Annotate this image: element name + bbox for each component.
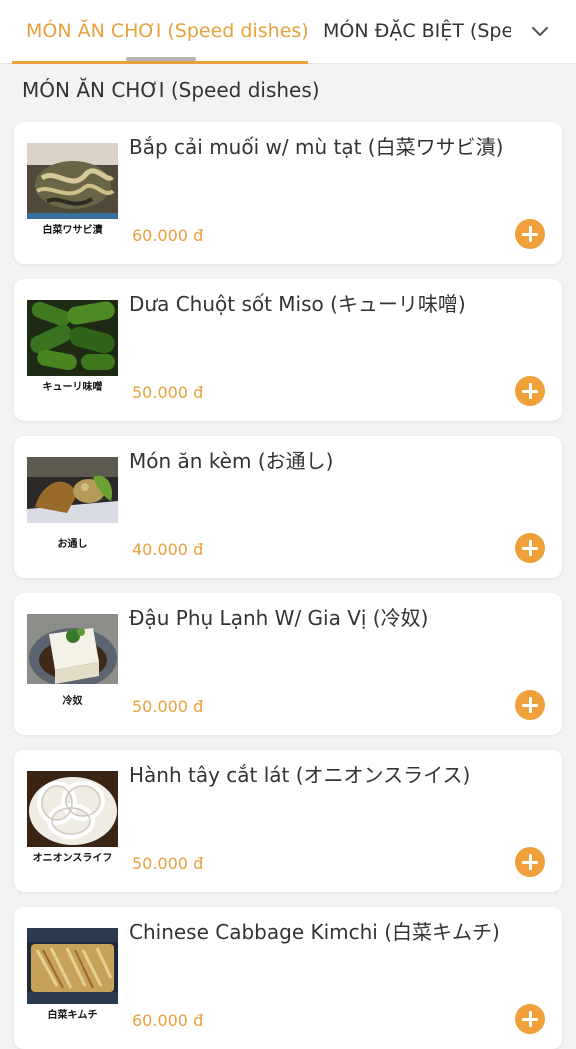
dish-image: オニオンスライフ [27, 771, 118, 867]
section-title: MÓN ĂN CHƠI (Speed dishes) [22, 78, 320, 102]
dish-photo [27, 614, 118, 690]
tab-special-dishes[interactable]: MÓN ĐẶC BIỆT (Special dishes) [323, 0, 511, 64]
dish-price: 50.000 đ [132, 697, 204, 716]
dish-price: 60.000 đ [132, 226, 204, 245]
dish-price: 40.000 đ [132, 540, 204, 559]
dish-image-caption: 白菜キムチ [47, 1010, 98, 1021]
menu-item-card[interactable]: 白菜ワサビ漬 Bắp cải muối w/ mù tạt (白菜ワサビ漬) 6… [14, 122, 562, 264]
dish-image-caption: お通し [57, 539, 88, 550]
dish-image-caption: 冷奴 [62, 696, 83, 707]
dish-photo [27, 457, 118, 533]
plus-circle-icon[interactable] [515, 847, 545, 877]
menu-item-card[interactable]: オニオンスライフ Hành tây cắt lát (オニオンスライス) 50.… [14, 750, 562, 892]
plus-circle-icon[interactable] [515, 533, 545, 563]
dish-photo [27, 771, 118, 847]
menu-item-card[interactable]: 冷奴 Đậu Phụ Lạnh W/ Gia Vị (冷奴) 50.000 đ [14, 593, 562, 735]
plus-circle-icon[interactable] [515, 219, 545, 249]
category-tab-bar: MÓN ĂN CHƠI (Speed dishes) MÓN ĐẶC BIỆT … [0, 0, 576, 64]
dish-name: Hành tây cắt lát (オニオンスライス) [129, 763, 471, 787]
dish-image-caption: 白菜ワサビ漬 [42, 225, 103, 236]
tab-speed-dishes[interactable]: MÓN ĂN CHƠI (Speed dishes) [26, 0, 309, 64]
dish-image: 冷奴 [27, 614, 118, 710]
dish-image: 白菜キムチ [27, 928, 118, 1024]
dish-name: Bắp cải muối w/ mù tạt (白菜ワサビ漬) [129, 135, 504, 159]
plus-circle-icon[interactable] [515, 690, 545, 720]
dish-price: 60.000 đ [132, 1011, 204, 1030]
chevron-down-icon[interactable] [526, 18, 554, 46]
menu-item-card[interactable]: お通し Món ăn kèm (お通し) 40.000 đ [14, 436, 562, 578]
dish-image-caption: キューリ味噌 [42, 382, 103, 393]
plus-circle-icon[interactable] [515, 1004, 545, 1034]
dish-image-caption: オニオンスライフ [32, 853, 113, 864]
dish-image: お通し [27, 457, 118, 553]
dish-photo [27, 928, 118, 1004]
dish-photo [27, 143, 118, 219]
active-tab-indicator [12, 61, 308, 64]
dish-photo [27, 300, 118, 376]
menu-item-card[interactable]: キューリ味噌 Dưa Chuột sốt Miso (キューリ味噌) 50.00… [14, 279, 562, 421]
dish-name: Dưa Chuột sốt Miso (キューリ味噌) [129, 292, 466, 316]
dish-price: 50.000 đ [132, 383, 204, 402]
dish-price: 50.000 đ [132, 854, 204, 873]
dish-image: キューリ味噌 [27, 300, 118, 396]
dish-name: Món ăn kèm (お通し) [129, 449, 334, 473]
plus-circle-icon[interactable] [515, 376, 545, 406]
dish-name: Chinese Cabbage Kimchi (白菜キムチ) [129, 920, 500, 944]
menu-item-card[interactable]: 白菜キムチ Chinese Cabbage Kimchi (白菜キムチ) 60.… [14, 907, 562, 1049]
dish-name: Đậu Phụ Lạnh W/ Gia Vị (冷奴) [129, 606, 429, 630]
dish-image: 白菜ワサビ漬 [27, 143, 118, 239]
tab-scroll-indicator [126, 57, 196, 61]
